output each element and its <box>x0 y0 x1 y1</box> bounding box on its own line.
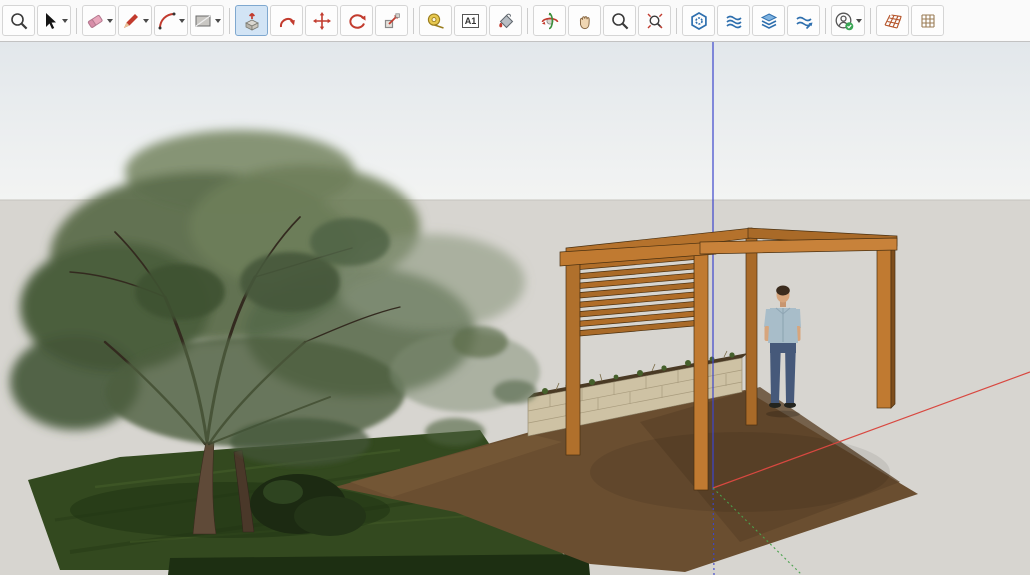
sandbox-smoove-button[interactable] <box>787 5 820 36</box>
hexagon-gear-icon <box>690 11 707 30</box>
pergola-post-right[interactable] <box>876 239 896 409</box>
zoom-tool-button[interactable] <box>603 5 636 36</box>
extension-warehouse-button[interactable] <box>682 5 715 36</box>
dimension-a1-icon: A1 <box>461 13 480 28</box>
zoom-extents-tool-button[interactable] <box>638 5 671 36</box>
chevron-down-icon[interactable] <box>107 18 113 23</box>
person-check-icon <box>835 12 854 30</box>
wavy-lines-icon <box>725 15 742 28</box>
follow-me-tool-button[interactable] <box>270 5 303 36</box>
orbit-icon <box>541 12 558 29</box>
toolbar-separator <box>76 7 77 34</box>
orbit-tool-button[interactable] <box>533 5 566 36</box>
add-location-button[interactable] <box>752 5 785 36</box>
pergola-post-back[interactable] <box>745 233 758 426</box>
magnifier-extents-icon <box>647 13 662 28</box>
scale-tool-button[interactable] <box>375 5 408 36</box>
eraser-tool-button[interactable] <box>82 5 116 36</box>
rectangle-icon <box>195 15 211 26</box>
scale-icon <box>384 12 400 28</box>
pergola-post-left[interactable] <box>565 253 581 456</box>
toolbar-separator <box>825 7 826 34</box>
account-button[interactable] <box>831 5 865 36</box>
flat-grid-icon <box>920 13 935 28</box>
viewport-3d[interactable] <box>0 42 1030 575</box>
rotate-icon <box>348 13 366 29</box>
tape-measure-tool-button[interactable] <box>419 5 452 36</box>
chevron-down-icon[interactable] <box>62 18 68 23</box>
line-tool-button[interactable] <box>118 5 152 36</box>
scene-3d[interactable] <box>0 42 1030 575</box>
toolbar-separator <box>229 7 230 34</box>
move-arrows-icon <box>312 11 331 30</box>
push-pull-tool-button[interactable] <box>235 5 268 36</box>
paint-bucket-tool-button[interactable] <box>489 5 522 36</box>
sandbox-from-contours-button[interactable] <box>717 5 750 36</box>
zoom-window-button[interactable] <box>2 5 35 36</box>
pencil-icon <box>124 13 138 28</box>
toolbar: A1 <box>0 0 1030 42</box>
toolbar-separator <box>527 7 528 34</box>
hand-icon <box>579 15 590 29</box>
magnifier-icon <box>10 12 27 29</box>
sandbox-grid-b-button[interactable] <box>911 5 944 36</box>
dimension-tool-button[interactable]: A1 <box>454 5 487 36</box>
paint-bucket-icon <box>498 13 513 28</box>
shapes-tool-button[interactable] <box>190 5 224 36</box>
rotate-tool-button[interactable] <box>340 5 373 36</box>
pergola-post-front[interactable] <box>693 245 709 491</box>
chevron-down-icon[interactable] <box>143 18 149 23</box>
chevron-down-icon[interactable] <box>856 18 862 23</box>
select-tool-button[interactable] <box>37 5 71 36</box>
pan-tool-button[interactable] <box>568 5 601 36</box>
toolbar-separator <box>676 7 677 34</box>
push-pull-icon <box>244 12 259 31</box>
follow-me-icon <box>279 17 295 27</box>
toolbar-separator <box>413 7 414 34</box>
eraser-icon <box>87 14 103 28</box>
chevron-down-icon[interactable] <box>179 18 185 23</box>
toolbar-separator <box>870 7 871 34</box>
cursor-arrow-icon <box>46 12 56 29</box>
arc-tool-button[interactable] <box>154 5 188 36</box>
arc-icon <box>158 12 176 29</box>
wavy-arrow-icon <box>795 16 812 29</box>
tilted-grid-icon <box>884 13 902 29</box>
sandbox-grid-a-button[interactable] <box>876 5 909 36</box>
move-tool-button[interactable] <box>305 5 338 36</box>
magnifier-icon <box>611 12 628 29</box>
layer-stack-icon <box>760 12 777 29</box>
chevron-down-icon[interactable] <box>215 18 221 23</box>
tape-measure-icon <box>427 12 444 29</box>
sketchup-window: A1 <box>0 0 1030 575</box>
